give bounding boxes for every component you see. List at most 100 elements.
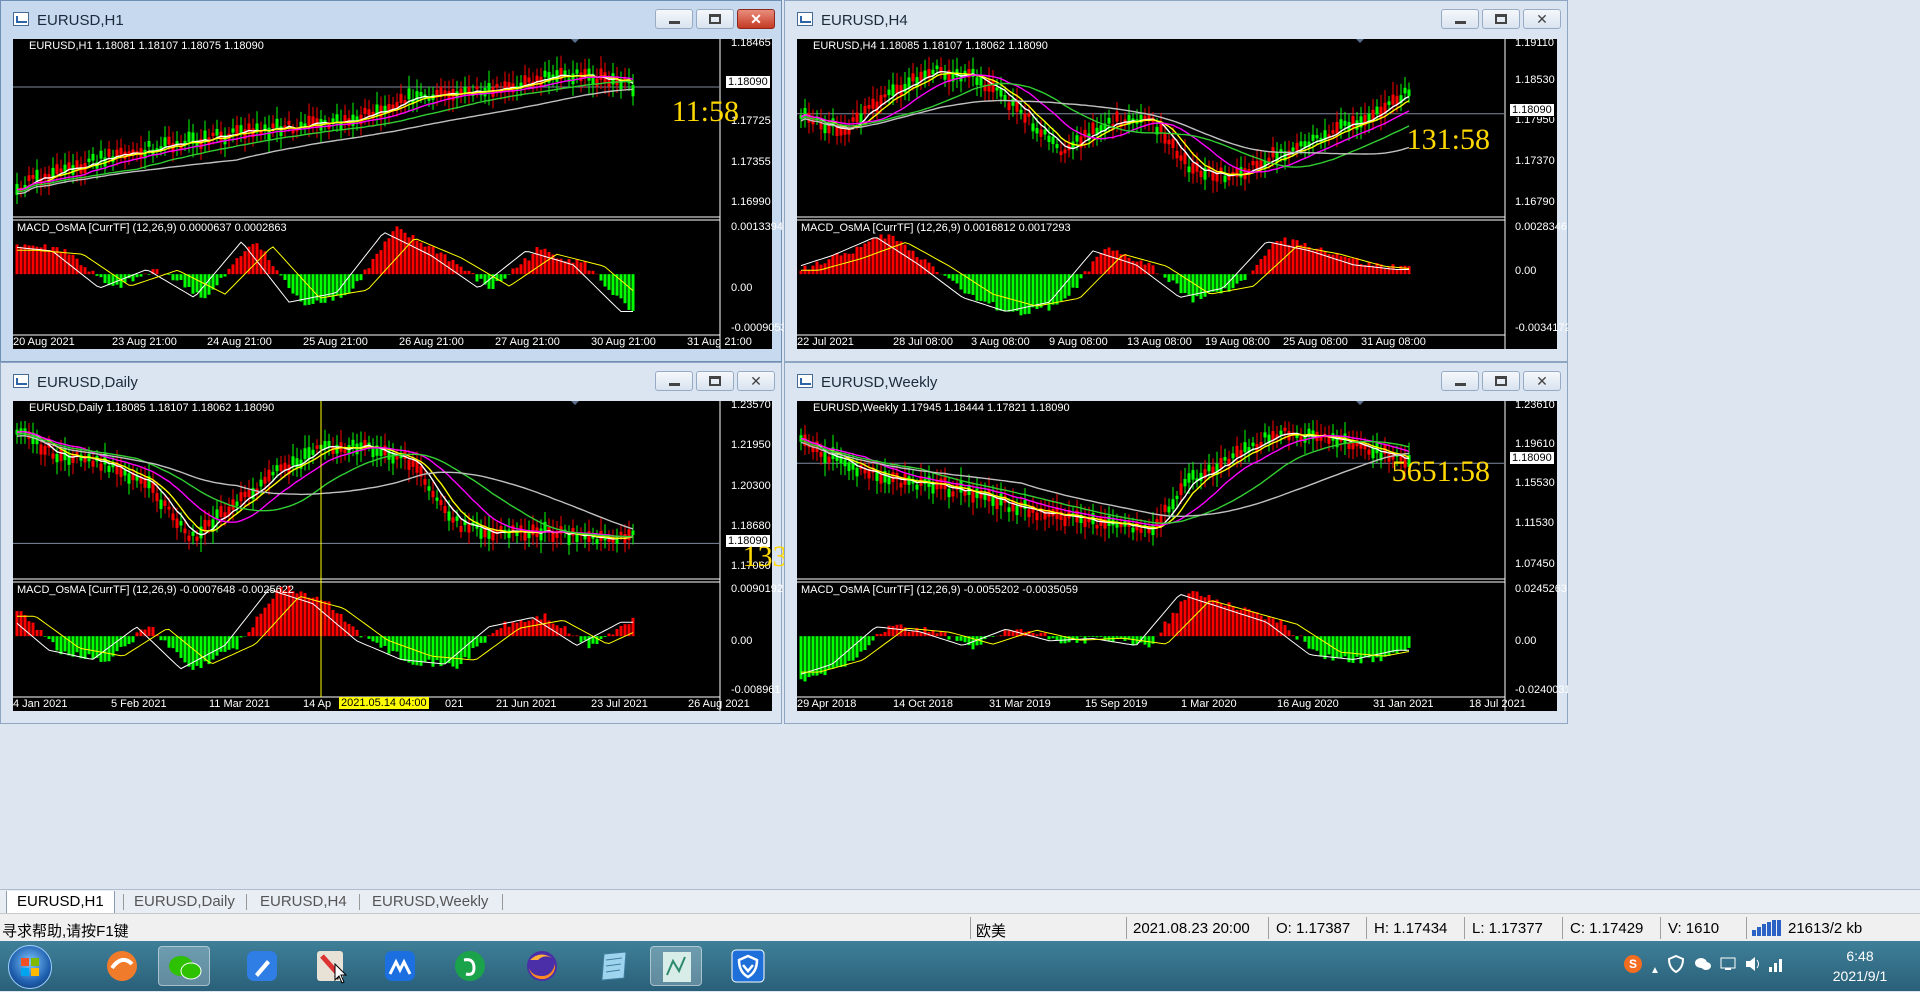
- tray-chevron-icon[interactable]: ▲: [1650, 965, 1660, 976]
- macd-histogram-bar: [176, 636, 179, 652]
- price-candle: [248, 490, 251, 497]
- clock-time[interactable]: 6:48: [1830, 948, 1890, 964]
- maximize-button[interactable]: [1482, 9, 1520, 29]
- window-titlebar[interactable]: EURUSD,H1 ✕: [1, 1, 781, 39]
- macd-histogram-bar: [452, 260, 455, 274]
- green-app-icon[interactable]: [444, 946, 496, 986]
- macd-histogram-bar: [460, 267, 463, 274]
- price-candle: [936, 66, 939, 70]
- minimize-button[interactable]: [1441, 9, 1479, 29]
- wechat-icon[interactable]: [158, 946, 210, 986]
- price-candle: [1280, 431, 1283, 435]
- price-chart[interactable]: [13, 39, 772, 349]
- macd-histogram-bar: [1408, 266, 1411, 274]
- maximize-button[interactable]: [696, 371, 734, 391]
- macd-histogram-bar: [1304, 636, 1307, 642]
- macd-histogram-bar: [1384, 268, 1387, 274]
- tab-eurusd-h1[interactable]: EURUSD,H1: [6, 891, 115, 914]
- macd-histogram-bar: [1248, 609, 1251, 636]
- minimize-button[interactable]: [655, 371, 693, 391]
- chart-area[interactable]: EURUSD,Weekly 1.17945 1.18444 1.17821 1.…: [797, 401, 1557, 711]
- macd-histogram-bar: [1036, 274, 1039, 309]
- price-candle: [1192, 470, 1195, 480]
- price-candle: [276, 119, 279, 129]
- macd-histogram-bar: [100, 636, 103, 662]
- tray-sogou-icon[interactable]: S: [1624, 955, 1642, 973]
- price-candle: [408, 460, 411, 470]
- chart-window-h4[interactable]: EURUSD,H4 ✕ EURUSD,H4 1.18085 1.18107 1.…: [784, 0, 1568, 362]
- price-chart[interactable]: [13, 401, 772, 711]
- pen-app-icon[interactable]: [236, 946, 288, 986]
- start-orb-icon[interactable]: [8, 945, 52, 989]
- price-candle: [148, 141, 151, 147]
- price-candle: [244, 492, 247, 497]
- tray-network-icon[interactable]: [1720, 956, 1740, 972]
- chart-window-weekly[interactable]: EURUSD,Weekly ✕ EURUSD,Weekly 1.17945 1.…: [784, 362, 1568, 724]
- cloud-app-icon[interactable]: [374, 946, 426, 986]
- window-titlebar[interactable]: EURUSD,Weekly ✕: [785, 363, 1567, 401]
- window-titlebar[interactable]: EURUSD,H4 ✕: [785, 1, 1567, 39]
- crosshair-date-label: 2021.05.14 04:00: [339, 697, 429, 709]
- macd-histogram-bar: [444, 636, 447, 664]
- price-chart[interactable]: [797, 401, 1557, 711]
- tray-wechat-icon[interactable]: [1694, 956, 1712, 972]
- trading-terminal-icon[interactable]: [650, 946, 702, 986]
- macd-histogram-bar: [956, 636, 959, 641]
- macd-histogram-bar: [140, 274, 143, 276]
- window-titlebar[interactable]: EURUSD,Daily ✕: [1, 363, 781, 401]
- chart-window-daily[interactable]: EURUSD,Daily ✕ EURUSD,Daily 1.18085 1.18…: [0, 362, 782, 724]
- price-candle: [1048, 136, 1051, 142]
- price-label: 1.19110: [1515, 37, 1554, 49]
- price-chart[interactable]: [797, 39, 1557, 349]
- macd-histogram-bar: [480, 274, 483, 279]
- close-button[interactable]: ✕: [737, 371, 775, 391]
- price-label: 1.21950: [731, 439, 771, 451]
- macd-histogram-bar: [196, 274, 199, 292]
- macd-histogram-bar: [864, 636, 867, 650]
- tab-eurusd-weekly[interactable]: EURUSD,Weekly: [362, 891, 498, 913]
- macd-histogram-bar: [92, 636, 95, 659]
- firefox-icon[interactable]: [516, 946, 568, 986]
- tab-eurusd-h4[interactable]: EURUSD,H4: [250, 891, 357, 913]
- chart-area[interactable]: EURUSD,Daily 1.18085 1.18107 1.18062 1.1…: [13, 401, 772, 711]
- clock-date[interactable]: 2021/9/1: [1820, 968, 1900, 984]
- minimize-button[interactable]: [1441, 371, 1479, 391]
- price-candle: [308, 447, 311, 458]
- tab-eurusd-daily[interactable]: EURUSD,Daily: [124, 891, 245, 913]
- macd-histogram-bar: [1156, 273, 1159, 274]
- macd-histogram-bar: [848, 254, 851, 274]
- close-button[interactable]: ✕: [737, 9, 775, 29]
- notepad-icon[interactable]: [588, 946, 640, 986]
- paint-app-icon[interactable]: [304, 946, 356, 986]
- tray-volume-icon[interactable]: [1744, 955, 1762, 973]
- close-button[interactable]: ✕: [1523, 371, 1561, 391]
- chart-window-h1[interactable]: EURUSD,H1 ✕ EURUSD,H1 1.18081 1.18107 1.…: [0, 0, 782, 362]
- chart-tabs: EURUSD,H1 EURUSD,Daily EURUSD,H4 EURUSD,…: [0, 889, 1920, 914]
- macd-histogram-bar: [428, 636, 431, 660]
- price-candle: [168, 507, 171, 510]
- macd-histogram-bar: [216, 636, 219, 655]
- macd-histogram-bar: [860, 247, 863, 274]
- price-candle: [432, 491, 435, 497]
- macd-histogram-bar: [1080, 274, 1083, 278]
- maximize-button[interactable]: [696, 9, 734, 29]
- browser-app-icon[interactable]: [96, 946, 148, 986]
- price-candle: [292, 456, 295, 465]
- macd-histogram-bar: [20, 611, 23, 636]
- price-candle: [316, 445, 319, 448]
- maximize-button[interactable]: [1482, 371, 1520, 391]
- macd-histogram-bar: [148, 627, 151, 637]
- chart-area[interactable]: EURUSD,H1 1.18081 1.18107 1.18075 1.1809…: [13, 39, 772, 349]
- minimize-button[interactable]: [655, 9, 693, 29]
- chart-area[interactable]: EURUSD,H4 1.18085 1.18107 1.18062 1.1809…: [797, 39, 1557, 349]
- macd-histogram-bar: [632, 274, 635, 311]
- price-candle: [1332, 130, 1335, 133]
- close-button[interactable]: ✕: [1523, 9, 1561, 29]
- tray-signal-icon[interactable]: [1768, 955, 1786, 973]
- macd-histogram-bar: [156, 269, 159, 274]
- shield-app-icon[interactable]: [722, 946, 774, 986]
- price-candle: [932, 70, 935, 74]
- date-label: 19 Aug 08:00: [1205, 336, 1270, 348]
- tray-shield-icon[interactable]: [1668, 955, 1684, 973]
- macd-histogram-bar: [280, 274, 283, 275]
